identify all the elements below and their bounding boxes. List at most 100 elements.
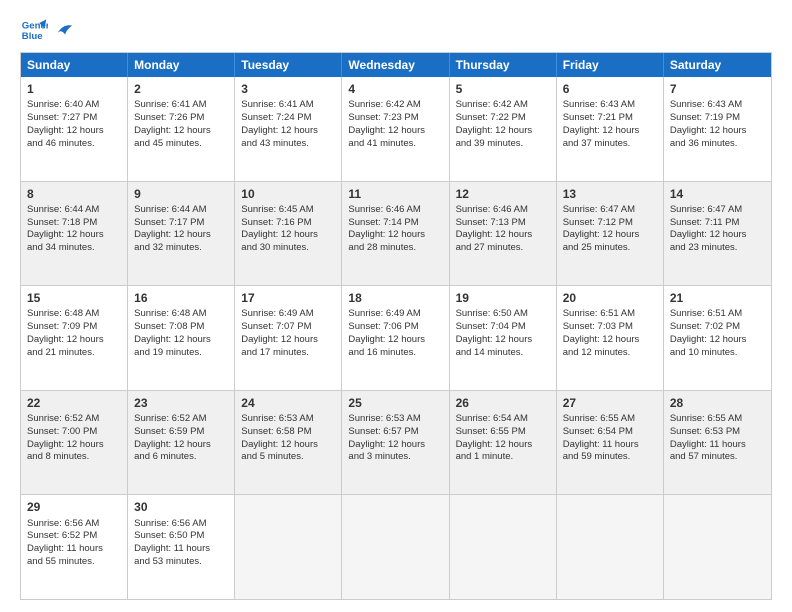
day-info-line: Sunrise: 6:40 AM	[27, 99, 121, 112]
svg-text:Blue: Blue	[22, 31, 43, 42]
day-info-line: Daylight: 12 hours	[456, 439, 550, 452]
day-number: 13	[563, 186, 657, 202]
day-info-line: Daylight: 12 hours	[134, 334, 228, 347]
day-info-line: Sunrise: 6:46 AM	[348, 204, 442, 217]
empty-cell-4-3	[342, 495, 449, 599]
day-number: 21	[670, 290, 765, 306]
day-number: 12	[456, 186, 550, 202]
header-day-saturday: Saturday	[664, 53, 771, 77]
day-info-line: Daylight: 12 hours	[134, 439, 228, 452]
day-info-line: Daylight: 11 hours	[27, 543, 121, 556]
day-info-line: Daylight: 12 hours	[563, 125, 657, 138]
day-info-line: and 27 minutes.	[456, 242, 550, 255]
day-info-line: Daylight: 12 hours	[670, 125, 765, 138]
day-info-line: Daylight: 12 hours	[134, 229, 228, 242]
logo-bird-icon	[56, 21, 74, 39]
day-info-line: Daylight: 12 hours	[563, 334, 657, 347]
day-info-line: Sunset: 7:23 PM	[348, 112, 442, 125]
day-cell-1: 1Sunrise: 6:40 AMSunset: 7:27 PMDaylight…	[21, 77, 128, 181]
day-info-line: Daylight: 12 hours	[241, 229, 335, 242]
day-info-line: and 30 minutes.	[241, 242, 335, 255]
day-info-line: Sunrise: 6:51 AM	[670, 308, 765, 321]
day-info-line: Daylight: 12 hours	[348, 334, 442, 347]
day-info-line: Sunset: 6:58 PM	[241, 426, 335, 439]
day-number: 24	[241, 395, 335, 411]
day-info-line: and 12 minutes.	[563, 347, 657, 360]
day-info-line: Sunrise: 6:52 AM	[134, 413, 228, 426]
day-info-line: Sunset: 7:14 PM	[348, 217, 442, 230]
day-info-line: Daylight: 12 hours	[27, 439, 121, 452]
calendar-row-5: 29Sunrise: 6:56 AMSunset: 6:52 PMDayligh…	[21, 494, 771, 599]
header-day-friday: Friday	[557, 53, 664, 77]
day-info-line: and 55 minutes.	[27, 556, 121, 569]
day-info-line: and 43 minutes.	[241, 138, 335, 151]
logo: General Blue	[20, 16, 74, 44]
day-info-line: Sunset: 7:18 PM	[27, 217, 121, 230]
day-info-line: Sunrise: 6:46 AM	[456, 204, 550, 217]
day-cell-20: 20Sunrise: 6:51 AMSunset: 7:03 PMDayligh…	[557, 286, 664, 390]
day-number: 22	[27, 395, 121, 411]
day-info-line: and 34 minutes.	[27, 242, 121, 255]
day-cell-22: 22Sunrise: 6:52 AMSunset: 7:00 PMDayligh…	[21, 391, 128, 495]
day-info-line: Sunrise: 6:43 AM	[670, 99, 765, 112]
day-info-line: and 46 minutes.	[27, 138, 121, 151]
calendar-body: 1Sunrise: 6:40 AMSunset: 7:27 PMDaylight…	[21, 77, 771, 599]
day-number: 10	[241, 186, 335, 202]
day-info-line: Daylight: 12 hours	[27, 334, 121, 347]
day-info-line: and 41 minutes.	[348, 138, 442, 151]
day-info-line: Daylight: 12 hours	[27, 125, 121, 138]
day-number: 27	[563, 395, 657, 411]
empty-cell-4-2	[235, 495, 342, 599]
header: General Blue	[20, 16, 772, 44]
day-info-line: and 57 minutes.	[670, 451, 765, 464]
header-day-wednesday: Wednesday	[342, 53, 449, 77]
day-info-line: and 14 minutes.	[456, 347, 550, 360]
calendar-row-1: 1Sunrise: 6:40 AMSunset: 7:27 PMDaylight…	[21, 77, 771, 181]
day-info-line: Daylight: 11 hours	[134, 543, 228, 556]
day-info-line: and 28 minutes.	[348, 242, 442, 255]
day-info-line: Sunset: 7:06 PM	[348, 321, 442, 334]
day-info-line: Sunrise: 6:49 AM	[348, 308, 442, 321]
day-info-line: Daylight: 12 hours	[670, 334, 765, 347]
day-info-line: Sunset: 6:50 PM	[134, 530, 228, 543]
day-cell-9: 9Sunrise: 6:44 AMSunset: 7:17 PMDaylight…	[128, 182, 235, 286]
day-info-line: and 53 minutes.	[134, 556, 228, 569]
day-info-line: and 3 minutes.	[348, 451, 442, 464]
day-info-line: and 37 minutes.	[563, 138, 657, 151]
day-info-line: Sunset: 7:03 PM	[563, 321, 657, 334]
day-info-line: Sunrise: 6:54 AM	[456, 413, 550, 426]
day-info-line: and 25 minutes.	[563, 242, 657, 255]
empty-cell-4-5	[557, 495, 664, 599]
day-info-line: and 59 minutes.	[563, 451, 657, 464]
day-cell-7: 7Sunrise: 6:43 AMSunset: 7:19 PMDaylight…	[664, 77, 771, 181]
day-info-line: Sunrise: 6:42 AM	[456, 99, 550, 112]
day-info-line: Sunset: 6:55 PM	[456, 426, 550, 439]
day-info-line: Daylight: 11 hours	[670, 439, 765, 452]
logo-icon: General Blue	[20, 16, 48, 44]
calendar-row-4: 22Sunrise: 6:52 AMSunset: 7:00 PMDayligh…	[21, 390, 771, 495]
day-cell-16: 16Sunrise: 6:48 AMSunset: 7:08 PMDayligh…	[128, 286, 235, 390]
day-info-line: Sunrise: 6:56 AM	[134, 518, 228, 531]
day-info-line: Daylight: 12 hours	[27, 229, 121, 242]
day-info-line: and 19 minutes.	[134, 347, 228, 360]
day-cell-26: 26 Sunrise: 6:54 AMSunset: 6:55 PMDayligh…	[450, 391, 557, 495]
day-info-line: Sunset: 7:24 PM	[241, 112, 335, 125]
day-cell-12: 12Sunrise: 6:46 AMSunset: 7:13 PMDayligh…	[450, 182, 557, 286]
day-info-line: and 39 minutes.	[456, 138, 550, 151]
day-info-line: Daylight: 12 hours	[348, 229, 442, 242]
day-info-line: Sunrise: 6:44 AM	[27, 204, 121, 217]
day-info-line: Sunset: 7:16 PM	[241, 217, 335, 230]
day-number: 7	[670, 81, 765, 97]
day-info-line: and 17 minutes.	[241, 347, 335, 360]
day-info-line: Sunset: 7:21 PM	[563, 112, 657, 125]
day-number: 17	[241, 290, 335, 306]
day-info-line: and 8 minutes.	[27, 451, 121, 464]
day-info-line: Sunset: 6:57 PM	[348, 426, 442, 439]
calendar: SundayMondayTuesdayWednesdayThursdayFrid…	[20, 52, 772, 600]
day-info-line: Sunset: 6:54 PM	[563, 426, 657, 439]
day-info-line: Daylight: 12 hours	[348, 439, 442, 452]
day-number: 26	[456, 395, 550, 411]
header-day-thursday: Thursday	[450, 53, 557, 77]
day-info-line: Sunrise: 6:41 AM	[241, 99, 335, 112]
day-info-line: Sunset: 6:59 PM	[134, 426, 228, 439]
